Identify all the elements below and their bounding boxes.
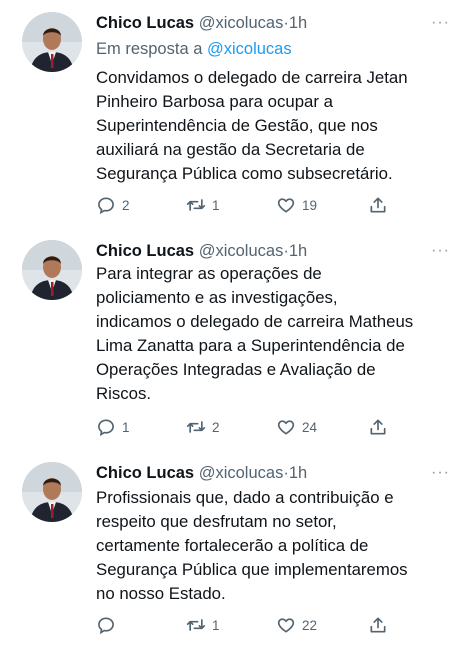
author-name[interactable]: Chico Lucas [96, 242, 194, 260]
tweet-actions: 1 22 [96, 614, 396, 636]
tweet-header: Chico Lucas @xicolucas·1h [96, 462, 307, 484]
tweet-text: Convidamos o delegado de carreira Jetan … [96, 66, 462, 186]
reply-prefix: Em resposta a [96, 40, 203, 58]
author-handle[interactable]: @xicolucas [199, 464, 284, 482]
like-button[interactable]: 24 [276, 416, 317, 438]
tweet-line: Segurança Pública que implementaremos [96, 560, 408, 579]
retweet-button[interactable]: 2 [186, 416, 220, 438]
tweet-line: indicamos o delegado de carreira Matheus [96, 312, 414, 331]
tweet-line: Operações Integradas e Avaliação de [96, 360, 376, 379]
retweet-count: 1 [212, 197, 220, 213]
share-icon [370, 197, 386, 213]
reply-mention[interactable]: @xicolucas [207, 40, 292, 58]
reply-button[interactable]: 2 [96, 194, 130, 216]
retweet-count: 2 [212, 419, 220, 435]
author-name[interactable]: Chico Lucas [96, 464, 194, 482]
share-button[interactable] [368, 614, 388, 636]
tweet-line: no nosso Estado. [96, 584, 226, 603]
author-name[interactable]: Chico Lucas [96, 14, 194, 32]
share-button[interactable] [368, 416, 388, 438]
tweet-actions: 1 2 24 [96, 416, 396, 438]
reply-icon [98, 617, 114, 635]
avatar[interactable] [22, 240, 82, 300]
share-icon [370, 419, 386, 435]
like-button[interactable]: 22 [276, 614, 317, 636]
timestamp[interactable]: 1h [289, 14, 307, 32]
tweet-header: Chico Lucas @xicolucas·1h [96, 240, 307, 262]
tweet-line: policiamento e as investigações, [96, 288, 338, 307]
more-icon[interactable]: ··· [431, 462, 450, 484]
like-count: 24 [302, 419, 318, 435]
timestamp[interactable]: 1h [289, 242, 307, 260]
like-count: 19 [302, 197, 318, 213]
tweet-line: auxiliará na gestão da Secretaria de [96, 140, 365, 159]
tweet-line: Segurança Pública como subsecretário. [96, 164, 393, 183]
avatar[interactable] [22, 12, 82, 72]
reply-count: 1 [122, 419, 130, 435]
tweet-actions: 2 1 19 [96, 194, 396, 216]
heart-icon [277, 198, 295, 213]
tweet-line: respeito que desfrutam no setor, [96, 512, 337, 531]
like-button[interactable]: 19 [276, 194, 317, 216]
share-button[interactable] [368, 194, 388, 216]
tweet-line: Lima Zanatta para a Superintendência de [96, 336, 405, 355]
avatar[interactable] [22, 462, 82, 522]
like-count: 22 [302, 617, 318, 633]
retweet-icon [186, 199, 206, 211]
share-icon [370, 617, 386, 633]
retweet-icon [186, 421, 206, 433]
tweet-line: Superintendência de Gestão, que nos [96, 116, 378, 135]
tweet-line: Convidamos o delegado de carreira Jetan [96, 68, 408, 87]
tweet-line: Para integrar as operações de [96, 264, 322, 283]
tweet-text: Profissionais que, dado a contribuição e… [96, 486, 462, 606]
tweet-line: Profissionais que, dado a contribuição e [96, 488, 394, 507]
reply-button[interactable]: 1 [96, 416, 130, 438]
tweet-header: Chico Lucas @xicolucas·1h [96, 12, 307, 34]
timestamp[interactable]: 1h [289, 464, 307, 482]
author-handle[interactable]: @xicolucas [199, 14, 284, 32]
more-icon[interactable]: ··· [431, 12, 450, 34]
tweet-line: certamente fortalecerão a política de [96, 536, 369, 555]
reply-count: 2 [122, 197, 130, 213]
tweet-line: Pinheiro Barbosa para ocupar a [96, 92, 333, 111]
retweet-count: 1 [212, 617, 220, 633]
reply-icon [98, 197, 114, 215]
retweet-button[interactable]: 1 [186, 614, 220, 636]
retweet-button[interactable]: 1 [186, 194, 220, 216]
author-handle[interactable]: @xicolucas [199, 242, 284, 260]
heart-icon [277, 420, 295, 435]
tweet-text: Para integrar as operações de policiamen… [96, 262, 462, 406]
more-icon[interactable]: ··· [431, 240, 450, 262]
retweet-icon [186, 619, 206, 631]
reply-context: Em resposta a @xicolucas [96, 38, 292, 60]
reply-button[interactable] [96, 614, 122, 636]
reply-icon [98, 419, 114, 437]
tweet-line: Riscos. [96, 384, 152, 403]
heart-icon [277, 618, 295, 633]
